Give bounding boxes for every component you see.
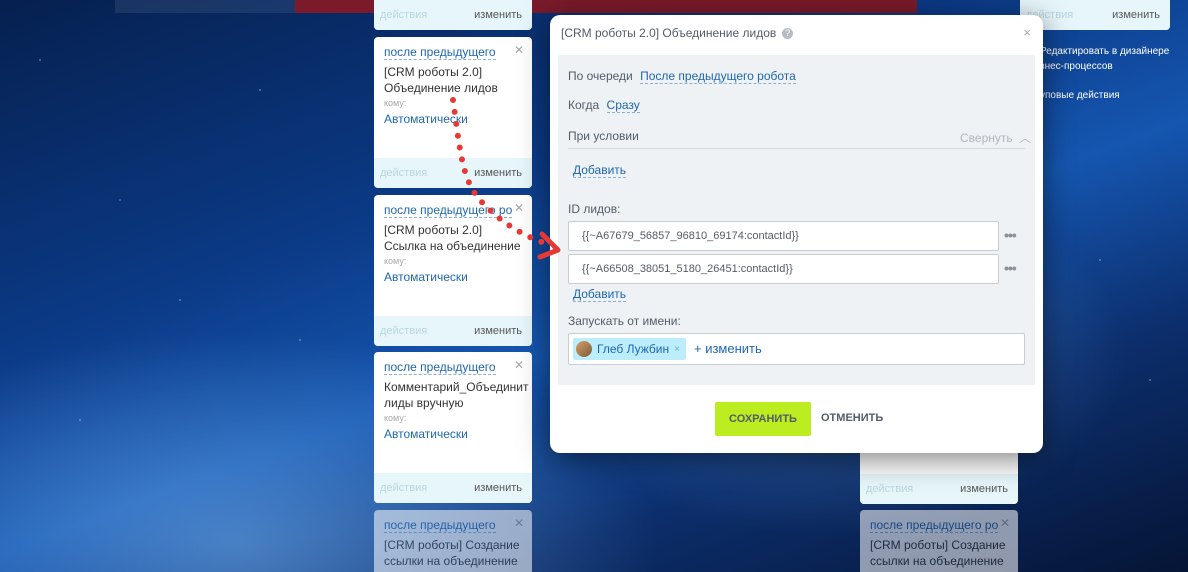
annotation-arrow: [450, 97, 561, 260]
